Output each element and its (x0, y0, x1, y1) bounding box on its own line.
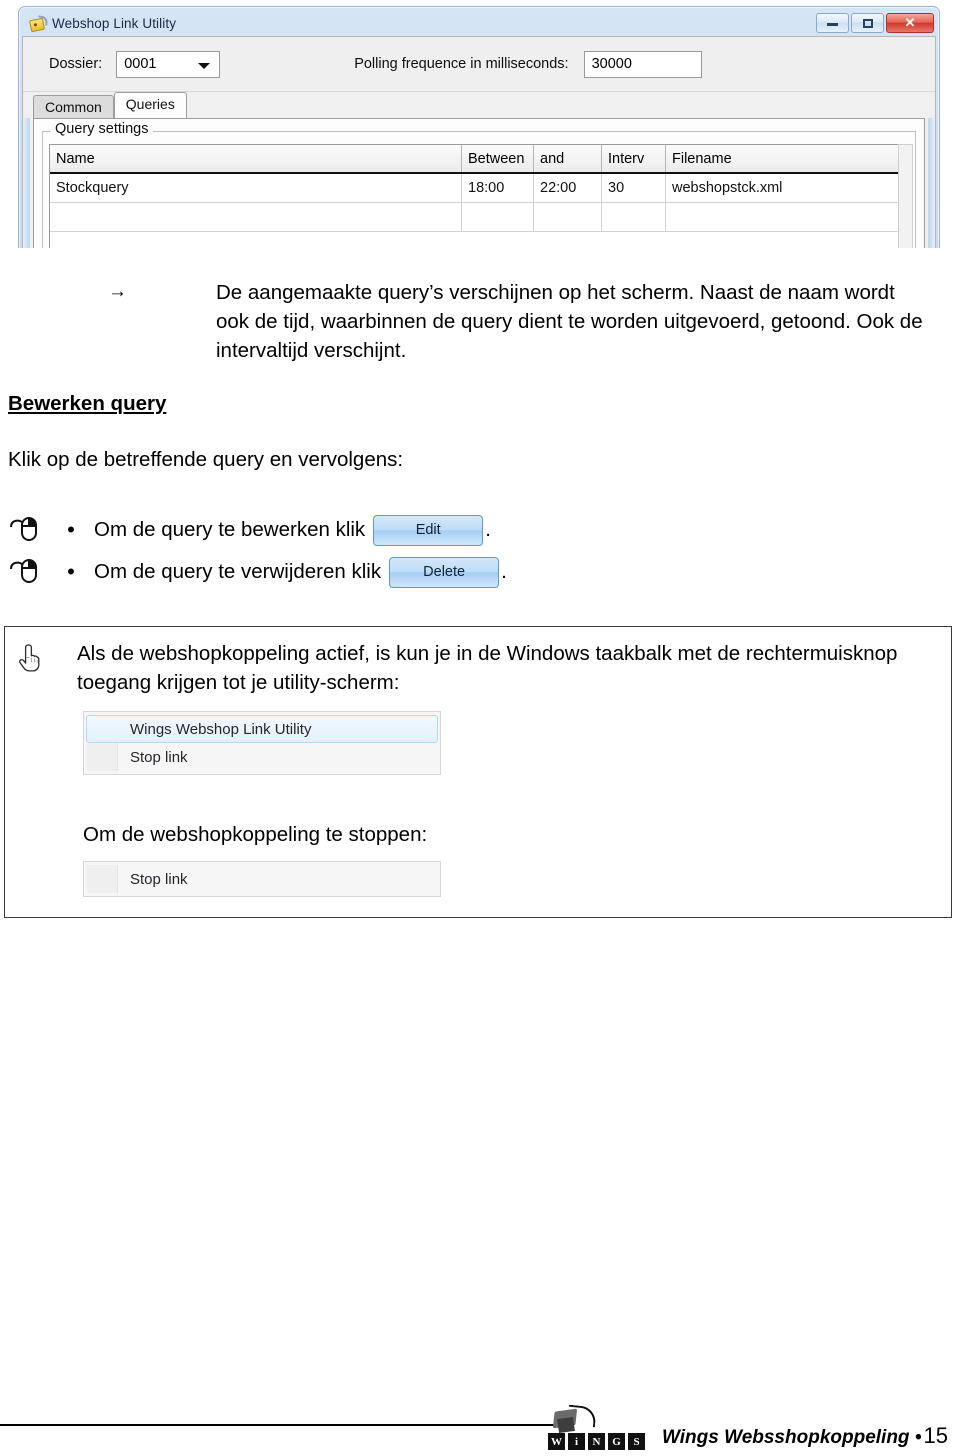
bullet-period-delete: . (501, 560, 507, 583)
grid-header-row: Name Between and Interv Filename (50, 145, 907, 174)
footer-title: Wings Websshopkoppeling • (662, 1427, 922, 1448)
top-settings-row: Dossier: 0001 Polling frequence in milli… (23, 37, 935, 92)
window-controls: ✕ (816, 13, 934, 33)
tabstrip: Common Queries (23, 92, 935, 119)
polling-label: Polling frequence in milliseconds: (354, 56, 569, 72)
maximize-button[interactable] (851, 13, 884, 33)
column-header-name[interactable]: Name (50, 145, 462, 172)
footer-divider (0, 1424, 570, 1426)
cell-empty-name (50, 203, 462, 231)
chevron-down-icon (198, 62, 211, 69)
bullet-dot: • (67, 559, 75, 584)
grid-vertical-scrollbar[interactable] (898, 144, 913, 248)
page-heading-bewerken-query: Bewerken query (8, 392, 167, 415)
stop-link-context-menu: Stop link (83, 861, 441, 897)
table-row-empty[interactable] (50, 203, 907, 232)
cell-interv: 30 (602, 174, 666, 202)
dossier-combobox[interactable]: 0001 (116, 50, 221, 78)
cell-empty-interv (602, 203, 666, 231)
windows-screenshot: Webshop Link Utility ✕ Dossier: 0001 Pol… (18, 6, 940, 248)
webshop-link-utility-window: Webshop Link Utility ✕ Dossier: 0001 Pol… (18, 6, 940, 248)
cell-empty-filename (666, 203, 907, 231)
tag-icon (28, 14, 49, 32)
logo-letter-w: W (548, 1433, 565, 1450)
query-settings-group: Query settings Name Between and Interv F… (42, 121, 916, 248)
cell-and: 22:00 (534, 174, 602, 202)
tab-common[interactable]: Common (33, 95, 114, 119)
bullet-text-edit: Om de query te bewerken klik (94, 518, 366, 541)
arrow-note: → De aangemaakte query’s verschijnen op … (108, 278, 928, 365)
logo-letter-n: N (588, 1433, 605, 1450)
column-header-filename[interactable]: Filename (666, 145, 907, 172)
cell-empty-between (462, 203, 534, 231)
column-header-between[interactable]: Between (462, 145, 534, 172)
dossier-value: 0001 (124, 56, 157, 72)
arrow-note-text: De aangemaakte query’s verschijnen op he… (216, 281, 923, 362)
taskbar-context-menu: Wings Webshop Link Utility Stop link (83, 711, 441, 775)
window-titlebar: Webshop Link Utility ✕ (22, 10, 936, 36)
menu-item-wings-webshop-link-utility[interactable]: Wings Webshop Link Utility (86, 715, 438, 743)
cell-name: Stockquery (50, 174, 462, 202)
queries-tab-page: Query settings Name Between and Interv F… (33, 118, 925, 248)
bullet-text-delete: Om de query te verwijderen klik (94, 560, 382, 583)
minimize-button[interactable] (816, 13, 849, 33)
table-row[interactable]: Stockquery 18:00 22:00 30 webshopstck.xm… (50, 174, 907, 203)
menu-item-stop-link[interactable]: Stop link (86, 743, 438, 771)
menu-item-stop-link-2[interactable]: Stop link (86, 865, 438, 893)
column-header-and[interactable]: and (534, 145, 602, 172)
note-box: Als de webshopkoppeling actief, is kun j… (4, 626, 952, 918)
cell-between: 18:00 (462, 174, 534, 202)
list-item: • Om de query te verwijderen klik Delete… (8, 552, 708, 592)
bullet-period-edit: . (485, 518, 491, 541)
bullet-dot: • (67, 517, 75, 542)
list-item: • Om de query te bewerken klik Edit . (8, 510, 708, 550)
note-text: Als de webshopkoppeling actief, is kun j… (77, 642, 898, 694)
intro-paragraph: Klik op de betreffende query en vervolge… (8, 448, 404, 471)
tab-queries[interactable]: Queries (113, 92, 187, 118)
cell-filename: webshopstck.xml (672, 180, 783, 196)
column-header-interv[interactable]: Interv (602, 145, 666, 172)
close-button[interactable]: ✕ (886, 13, 934, 33)
logo-letter-s: S (628, 1433, 645, 1450)
window-title: Webshop Link Utility (52, 15, 177, 31)
query-settings-legend: Query settings (51, 121, 153, 137)
dossier-label: Dossier: (49, 56, 103, 72)
pointing-hand-icon (19, 644, 40, 672)
page-footer: W i N G S Wings Websshopkoppeling • 15 (528, 1404, 960, 1450)
arrow-right-icon: → (108, 281, 127, 302)
polling-input[interactable]: 30000 (583, 50, 702, 78)
cell-empty-and (534, 203, 602, 231)
delete-button[interactable]: Delete (389, 556, 500, 588)
edit-button[interactable]: Edit (373, 514, 484, 546)
mouse-icon (10, 517, 37, 541)
logo-letter-g: G (608, 1433, 625, 1450)
queries-grid: Name Between and Interv Filename Stockqu… (49, 144, 908, 248)
page-number: 15 (923, 1423, 948, 1448)
note-subtext: Om de webshopkoppeling te stoppen: (83, 823, 428, 846)
window-client-area: Dossier: 0001 Polling frequence in milli… (22, 36, 936, 248)
mouse-icon (10, 559, 37, 583)
logo-letter-i: i (568, 1433, 585, 1450)
wings-logo-letters: W i N G S (548, 1433, 645, 1450)
wings-logo-icon: W i N G S (528, 1404, 656, 1450)
